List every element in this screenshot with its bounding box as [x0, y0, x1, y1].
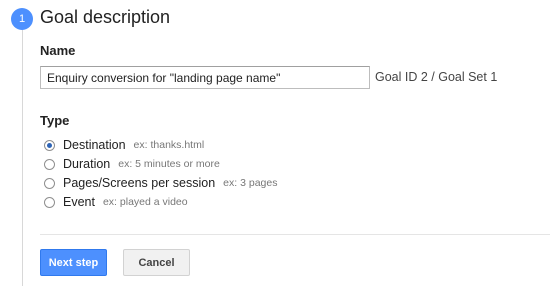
step-number-badge: 1: [11, 8, 33, 30]
option-label: Pages/Screens per session: [63, 176, 216, 190]
option-hint: ex: played a video: [102, 196, 188, 208]
option-hint: ex: thanks.html: [133, 139, 205, 151]
type-option-destination[interactable]: Destination ex: thanks.html: [44, 137, 204, 153]
option-label: Event: [63, 195, 95, 209]
option-label: Duration: [63, 157, 111, 171]
goal-id-text: Goal ID 2 / Goal Set 1: [375, 70, 498, 84]
type-option-pages-per-session[interactable]: Pages/Screens per session ex: 3 pages: [44, 175, 277, 191]
radio-destination[interactable]: [44, 139, 55, 151]
radio-event[interactable]: [44, 196, 55, 208]
option-label: Destination: [63, 138, 126, 152]
option-hint: ex: 3 pages: [223, 177, 278, 189]
radio-pages-per-session[interactable]: [44, 177, 55, 189]
type-label: Type: [40, 113, 70, 128]
step-title: Goal description: [40, 7, 171, 27]
name-label: Name: [40, 43, 76, 58]
step-rail: [22, 28, 23, 286]
cancel-button[interactable]: Cancel: [123, 249, 190, 276]
next-step-button[interactable]: Next step: [40, 249, 107, 276]
option-hint: ex: 5 minutes or more: [118, 158, 220, 170]
radio-duration[interactable]: [44, 158, 55, 170]
goal-name-input[interactable]: [40, 66, 370, 89]
type-option-event[interactable]: Event ex: played a video: [44, 194, 188, 210]
divider: [40, 234, 550, 235]
type-option-duration[interactable]: Duration ex: 5 minutes or more: [44, 156, 220, 172]
